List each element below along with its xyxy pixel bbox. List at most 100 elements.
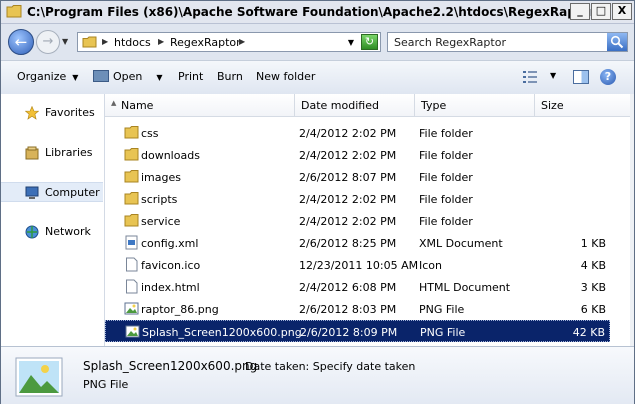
search-input[interactable]: Search RegexRaptor bbox=[394, 36, 506, 49]
search-icon bbox=[610, 35, 624, 49]
column-label: Size bbox=[541, 99, 564, 112]
file-name: service bbox=[141, 215, 181, 228]
file-name: images bbox=[141, 171, 181, 184]
libraries-icon bbox=[25, 146, 39, 160]
address-bar[interactable]: ▶ htdocs ▶ RegexRaptor ▶ ▼ bbox=[77, 32, 381, 52]
organize-button[interactable]: Organize ▼ bbox=[17, 70, 78, 83]
file-icon bbox=[126, 257, 138, 272]
file-size: 1 KB bbox=[580, 237, 606, 250]
chevron-right-icon[interactable]: ▶ bbox=[158, 37, 164, 46]
file-name: scripts bbox=[141, 193, 178, 206]
folder-icon bbox=[124, 192, 139, 205]
details-file-name: Splash_Screen1200x600.png bbox=[83, 359, 258, 373]
window-title: C:\Program Files (x86)\Apache Software F… bbox=[27, 5, 596, 19]
file-name: raptor_86.png bbox=[141, 303, 219, 316]
file-name: downloads bbox=[141, 149, 200, 162]
file-date: 2/6/2012 8:03 PM bbox=[299, 303, 397, 316]
file-list: Name ▲ Date modified Type Size css 2/4/20… bbox=[105, 94, 634, 346]
details-date-taken[interactable]: Date taken: Specify date taken bbox=[245, 360, 415, 373]
views-icon[interactable] bbox=[523, 71, 537, 83]
column-label: Type bbox=[421, 99, 447, 112]
nav-item-favorites[interactable]: Favorites bbox=[1, 103, 103, 123]
column-header-size[interactable]: Size bbox=[535, 94, 631, 116]
file-row[interactable]: css 2/4/2012 2:02 PM File folder bbox=[105, 122, 610, 144]
print-button[interactable]: Print bbox=[178, 70, 203, 83]
help-icon[interactable]: ? bbox=[600, 69, 616, 85]
xml-file-icon bbox=[125, 235, 138, 250]
column-label: Date modified bbox=[301, 99, 379, 112]
network-icon bbox=[25, 225, 39, 239]
file-row[interactable]: service 2/4/2012 2:02 PM File folder bbox=[105, 210, 610, 232]
refresh-button[interactable]: ↻ bbox=[361, 34, 378, 50]
nav-label: Favorites bbox=[45, 106, 95, 119]
file-date: 12/23/2011 10:05 AM bbox=[299, 259, 419, 272]
column-header-date[interactable]: Date modified bbox=[295, 94, 415, 116]
title-bar[interactable]: C:\Program Files (x86)\Apache Software F… bbox=[1, 1, 634, 24]
file-size: 6 KB bbox=[580, 303, 606, 316]
minimize-button[interactable]: _ bbox=[570, 3, 590, 20]
open-button[interactable]: Open ▼ bbox=[93, 70, 163, 83]
folder-icon bbox=[82, 36, 97, 48]
file-date: 2/6/2012 8:25 PM bbox=[299, 237, 397, 250]
file-type: File folder bbox=[419, 193, 473, 206]
back-button[interactable]: ← bbox=[8, 29, 34, 55]
file-date: 2/6/2012 8:07 PM bbox=[299, 171, 397, 184]
breadcrumb-htdocs[interactable]: htdocs bbox=[114, 36, 151, 49]
file-name: favicon.ico bbox=[141, 259, 201, 272]
window-controls: _ □ X bbox=[570, 3, 632, 20]
chevron-down-icon[interactable]: ▼ bbox=[348, 38, 354, 47]
file-name: config.xml bbox=[141, 237, 199, 250]
file-date: 2/4/2012 6:08 PM bbox=[299, 281, 397, 294]
close-button[interactable]: X bbox=[612, 3, 632, 20]
chevron-right-icon[interactable]: ▶ bbox=[239, 37, 245, 46]
organize-label: Organize bbox=[17, 70, 67, 83]
file-row[interactable]: images 2/6/2012 8:07 PM File folder bbox=[105, 166, 610, 188]
file-date: 2/4/2012 2:02 PM bbox=[299, 193, 397, 206]
nav-item-libraries[interactable]: Libraries bbox=[1, 143, 103, 163]
preview-pane-icon[interactable] bbox=[573, 70, 589, 84]
file-type: PNG File bbox=[419, 303, 465, 316]
file-size: 42 KB bbox=[572, 326, 605, 339]
search-box[interactable]: Search RegexRaptor bbox=[387, 32, 628, 52]
file-row[interactable]: scripts 2/4/2012 2:02 PM File folder bbox=[105, 188, 610, 210]
chevron-down-icon: ▼ bbox=[72, 73, 79, 82]
file-type: HTML Document bbox=[419, 281, 511, 294]
folder-icon bbox=[124, 126, 139, 139]
nav-item-computer[interactable]: Computer bbox=[1, 182, 103, 202]
column-header-type[interactable]: Type bbox=[415, 94, 535, 116]
file-date: 2/6/2012 8:09 PM bbox=[300, 326, 398, 339]
file-row[interactable]: downloads 2/4/2012 2:02 PM File folder bbox=[105, 144, 610, 166]
nav-item-network[interactable]: Network bbox=[1, 222, 103, 242]
file-size: 4 KB bbox=[580, 259, 606, 272]
file-type: XML Document bbox=[419, 237, 503, 250]
folder-icon bbox=[6, 5, 22, 18]
navigation-pane: Favorites Libraries Computer Network bbox=[1, 94, 105, 346]
file-type: File folder bbox=[419, 171, 473, 184]
maximize-button[interactable]: □ bbox=[591, 3, 611, 20]
file-row[interactable]: Splash_Screen1200x600.png 2/6/2012 8:09 P… bbox=[105, 320, 610, 342]
forward-button[interactable]: → bbox=[36, 30, 60, 54]
history-dropdown[interactable]: ▼ bbox=[62, 37, 68, 46]
search-button[interactable] bbox=[607, 33, 627, 51]
file-row[interactable]: index.html 2/4/2012 6:08 PM HTML Document 3… bbox=[105, 276, 610, 298]
open-label: Open bbox=[113, 70, 143, 83]
new-folder-button[interactable]: New folder bbox=[256, 70, 315, 83]
column-header-name[interactable]: Name ▲ bbox=[105, 94, 295, 116]
file-type: File folder bbox=[419, 215, 473, 228]
burn-button[interactable]: Burn bbox=[217, 70, 243, 83]
nav-label: Libraries bbox=[45, 146, 93, 159]
file-row[interactable]: config.xml 2/6/2012 8:25 PM XML Document 1 … bbox=[105, 232, 610, 254]
file-row[interactable]: raptor_86.png 2/6/2012 8:03 PM PNG File 6 K… bbox=[105, 298, 610, 320]
address-row: ← → ▼ ▶ htdocs ▶ RegexRaptor ▶ ▼ ↻ Searc… bbox=[1, 24, 634, 60]
column-label: Name bbox=[121, 99, 154, 112]
file-type: File folder bbox=[419, 127, 473, 140]
column-header-row: Name ▲ Date modified Type Size bbox=[105, 94, 631, 117]
nav-label: Computer bbox=[45, 186, 100, 199]
file-name: Splash_Screen1200x600.png bbox=[142, 326, 302, 339]
views-dropdown[interactable]: ▼ bbox=[550, 71, 556, 80]
chevron-right-icon[interactable]: ▶ bbox=[102, 37, 108, 46]
breadcrumb-regexraptor[interactable]: RegexRaptor bbox=[170, 36, 241, 49]
file-row[interactable]: favicon.ico 12/23/2011 10:05 AM Icon 4 KB bbox=[105, 254, 610, 276]
file-size: 3 KB bbox=[580, 281, 606, 294]
scrollbar[interactable] bbox=[630, 94, 634, 346]
